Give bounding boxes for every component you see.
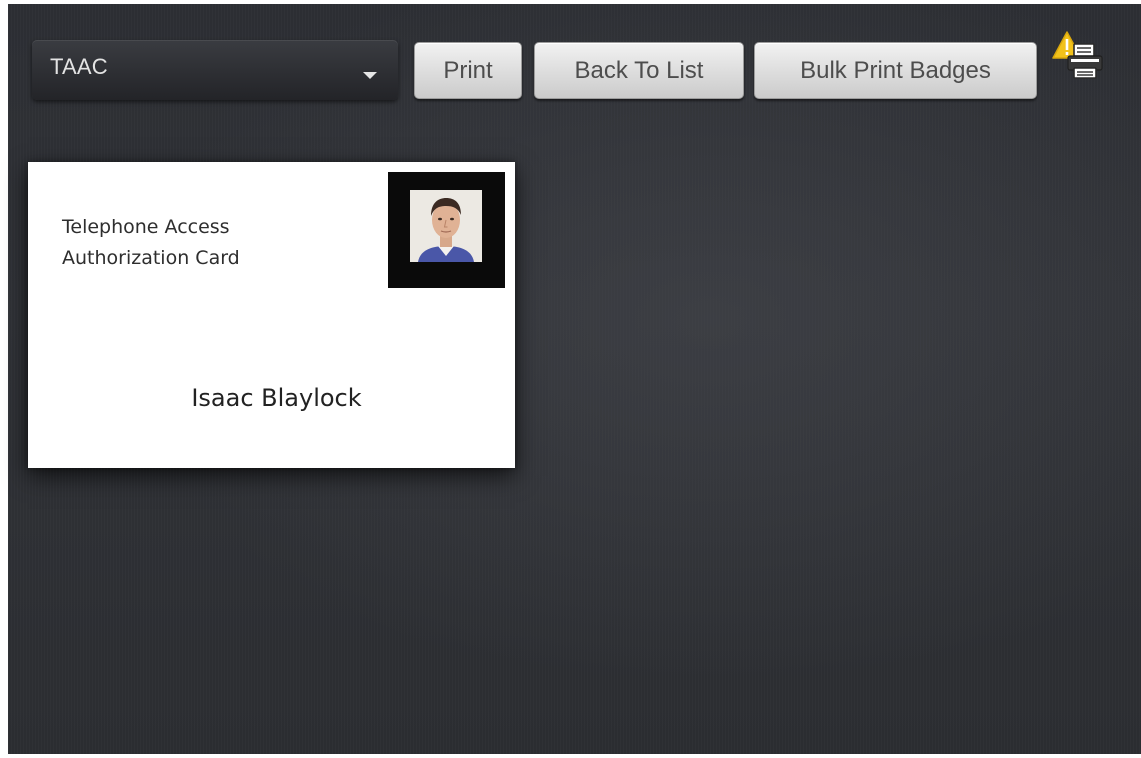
badge-title-line-1: Telephone Access: [62, 216, 230, 238]
badge-title: Telephone Access Authorization Card: [62, 212, 240, 274]
print-button[interactable]: Print: [414, 42, 522, 99]
person-photo-graphic: [410, 190, 482, 262]
app-window: TAAC Print Back To List Bulk Print Badge…: [0, 0, 1141, 758]
chevron-down-icon: [363, 72, 377, 79]
badge-title-line-2: Authorization Card: [62, 247, 240, 269]
printer-warning-graphic: [1052, 31, 1103, 79]
badge-template-value: TAAC: [50, 54, 108, 79]
printer-warning-icon[interactable]: [1050, 30, 1106, 82]
badge-template-select[interactable]: TAAC: [32, 40, 398, 100]
badge-card: Telephone Access Authorization Card Isaa…: [28, 162, 515, 468]
badge-photo-frame: [388, 172, 505, 288]
back-to-list-button[interactable]: Back To List: [534, 42, 744, 99]
page-edge: [0, 754, 1141, 758]
bulk-print-badges-button[interactable]: Bulk Print Badges: [754, 42, 1037, 99]
badge-holder-name: Isaac Blaylock: [191, 384, 362, 412]
badge-photo: [410, 190, 482, 262]
